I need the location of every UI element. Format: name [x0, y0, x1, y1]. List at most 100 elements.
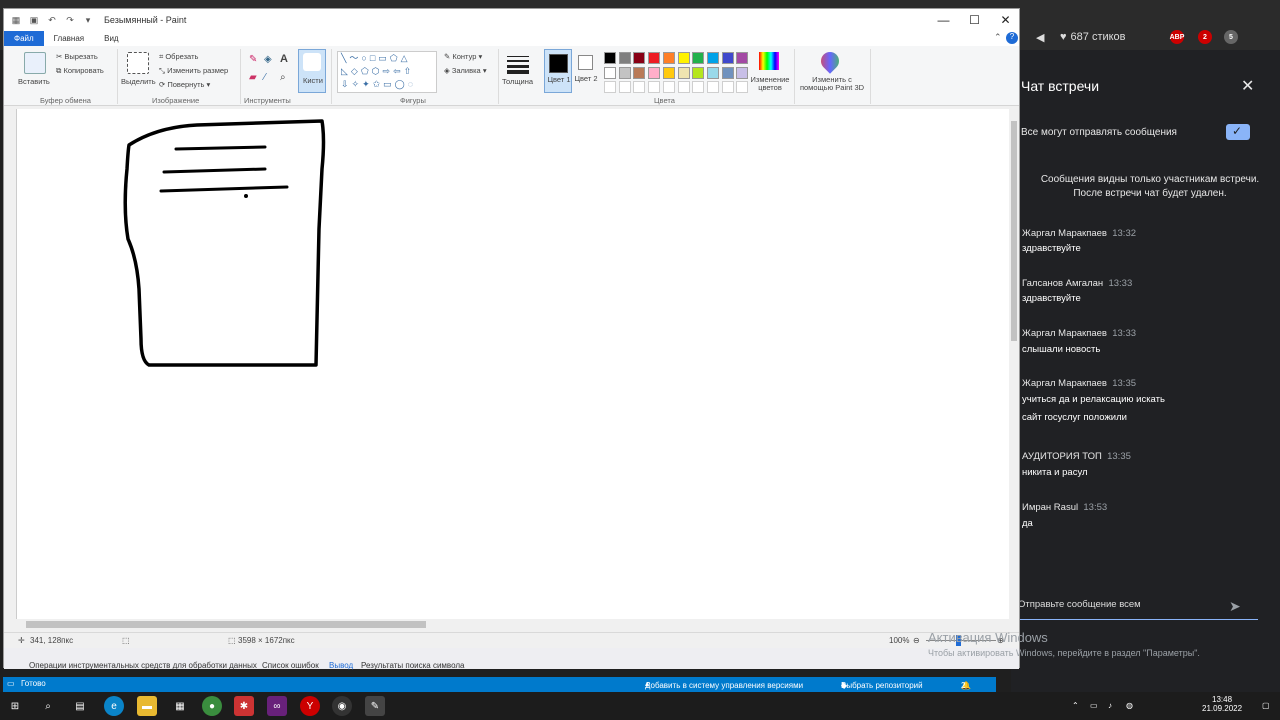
abp-extension[interactable]: ABP [1170, 28, 1184, 46]
edit-colors-button[interactable]: Изменение цветов [748, 76, 792, 92]
extension-3[interactable]: 5 [1224, 28, 1238, 46]
redo-icon[interactable]: ↷ [64, 14, 76, 26]
color-swatch[interactable] [677, 66, 690, 79]
color-swatch[interactable] [648, 52, 661, 64]
copy-button[interactable]: ⧉ Копировать [56, 66, 104, 76]
collapse-ribbon-icon[interactable]: ⌃ [994, 32, 1002, 43]
close-icon[interactable]: ✕ [1241, 76, 1254, 96]
thickness-icon[interactable] [507, 54, 529, 74]
vertical-scrollbar[interactable] [1009, 109, 1019, 619]
abp-icon[interactable]: ABP [1170, 30, 1184, 44]
volume-icon[interactable]: ♪ [1108, 701, 1112, 710]
pencil-icon[interactable]: ✎ [249, 54, 257, 65]
start-icon[interactable]: ⊞ [5, 696, 25, 716]
paint-taskbar-icon[interactable]: ✎ [365, 696, 385, 716]
close-button[interactable]: ✕ [990, 9, 1021, 31]
color2-button[interactable]: Цвет 2 [572, 49, 600, 93]
color-swatch[interactable] [692, 66, 705, 79]
tab-symbol-results[interactable]: Результаты поиска символа [361, 661, 464, 670]
chat-message-input[interactable]: Отправьте сообщение всем [1018, 592, 1258, 620]
yandex-icon[interactable]: Y [300, 696, 320, 716]
extension-badge-icon[interactable]: 5 [1224, 30, 1238, 44]
thickness-button[interactable]: Толщина [502, 77, 533, 86]
file-explorer-icon[interactable]: ▬ [137, 696, 157, 716]
add-to-vcs-button[interactable]: ⇧ Добавить в систему управления версиями… [645, 679, 803, 690]
color-picker-icon[interactable]: ⁄ [264, 72, 266, 83]
minimize-button[interactable]: — [928, 9, 959, 31]
select-icon[interactable] [127, 52, 149, 74]
zoom-out-icon[interactable]: ⊖ [913, 636, 920, 645]
tab-error-list[interactable]: Список ошибок [262, 661, 319, 670]
menu-file[interactable]: Файл [4, 31, 44, 46]
color-swatch[interactable] [618, 52, 631, 64]
color-swatch[interactable] [677, 52, 690, 64]
color-swatch[interactable] [706, 66, 719, 79]
eraser-icon[interactable]: ▰ [249, 72, 257, 83]
color-swatch[interactable] [618, 81, 631, 93]
color1-button[interactable]: Цвет 1 [544, 49, 572, 93]
tray-chevron-icon[interactable]: ⌃ [1072, 701, 1079, 710]
store-icon[interactable]: ▦ [170, 696, 190, 716]
allow-messages-toggle[interactable]: ✓ [1226, 124, 1250, 140]
task-view-icon[interactable]: ▤ [70, 696, 90, 716]
color-swatch[interactable] [706, 81, 719, 93]
color-swatch[interactable] [604, 52, 616, 64]
color-swatch[interactable] [648, 66, 661, 79]
save-icon[interactable]: ▣ [28, 14, 40, 26]
color-swatch[interactable] [721, 52, 734, 64]
color-swatch[interactable] [736, 66, 749, 79]
maximize-button[interactable]: ☐ [959, 9, 990, 31]
customize-icon[interactable]: ▾ [82, 14, 94, 26]
paint3d-icon[interactable] [817, 48, 843, 74]
fill-icon[interactable]: ◈ [264, 54, 272, 65]
edge-icon[interactable]: e [104, 696, 124, 716]
obs-icon[interactable]: ◉ [332, 696, 352, 716]
color-swatch[interactable] [677, 81, 690, 93]
color-swatch[interactable] [736, 81, 749, 93]
chrome-icon[interactable]: ● [202, 696, 222, 716]
color-swatch[interactable] [633, 52, 646, 64]
paste-button[interactable]: Вставить [18, 77, 50, 86]
color-swatch[interactable] [706, 52, 719, 64]
network-icon[interactable]: ▭ [1090, 701, 1098, 710]
app-icon[interactable]: ✱ [234, 696, 254, 716]
help-icon[interactable]: ? [1006, 32, 1018, 44]
clock[interactable]: 13:48 21.09.2022 [1202, 695, 1242, 713]
horizontal-scroll-thumb[interactable] [26, 621, 426, 628]
shapes-gallery[interactable]: ╲〜○□▭⬠△ ◺◇⬠⬡⇨⇦⇧ ⇩✧✦✩▭◯◌ [337, 51, 437, 93]
extension-badge-icon[interactable]: 2 [1198, 30, 1212, 44]
select-button[interactable]: Выделить [121, 77, 156, 86]
notifications-icon[interactable]: ▢ [1262, 701, 1270, 710]
color-swatch[interactable] [604, 66, 616, 79]
color-swatch[interactable] [736, 52, 749, 64]
cut-button[interactable]: ✂ Вырезать [56, 52, 98, 61]
menu-home[interactable]: Главная [44, 31, 94, 46]
color-swatch[interactable] [633, 81, 646, 93]
edit-colors-icon[interactable] [759, 52, 779, 70]
menu-view[interactable]: Вид [94, 31, 128, 46]
resize-button[interactable]: ⤡ Изменить размер [159, 66, 228, 76]
color-swatch[interactable] [721, 66, 734, 79]
color-swatch[interactable] [604, 81, 616, 93]
drawing-canvas[interactable] [16, 109, 1009, 619]
color-swatch[interactable] [633, 66, 646, 79]
language-icon[interactable]: ◍ [1126, 701, 1133, 710]
search-icon[interactable]: ⌕ [38, 696, 58, 716]
color-swatch[interactable] [662, 66, 675, 79]
vertical-scroll-thumb[interactable] [1011, 121, 1017, 341]
color-swatch[interactable] [662, 52, 675, 64]
horizontal-scrollbar[interactable] [16, 619, 1009, 629]
color-swatch[interactable] [648, 81, 661, 93]
crop-button[interactable]: ⌗ Обрезать [159, 52, 198, 62]
paste-icon[interactable] [24, 52, 46, 74]
color-swatch[interactable] [692, 52, 705, 64]
back-icon[interactable]: ◀ [1036, 28, 1044, 46]
tab-output[interactable]: Вывод [329, 661, 353, 670]
brushes-button[interactable]: Кисти [298, 49, 326, 93]
fill-button[interactable]: ◈ Заливка ▾ [444, 66, 487, 75]
text-icon[interactable]: A [280, 53, 288, 65]
color-swatch[interactable] [618, 66, 631, 79]
rotate-button[interactable]: ⟳ Повернуть ▾ [159, 80, 210, 89]
undo-icon[interactable]: ↶ [46, 14, 58, 26]
color-swatch[interactable] [721, 81, 734, 93]
